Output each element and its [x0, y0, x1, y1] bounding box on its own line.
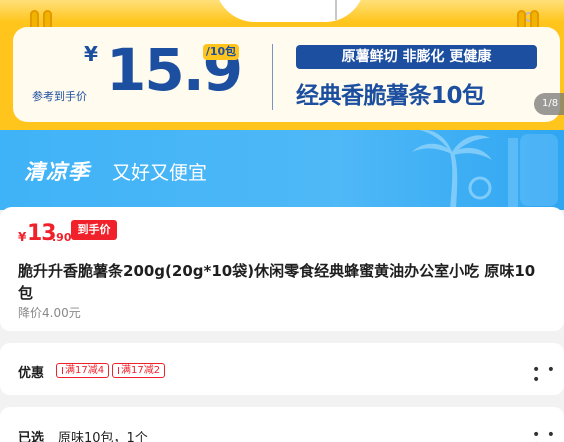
banner-figure-edge: [335, 0, 371, 20]
banner-feature-pill: 原薯鲜切 非膨化 更健康: [296, 45, 537, 69]
banner-divider: [272, 44, 273, 110]
banner-unit-badge: /10包: [203, 44, 239, 60]
offers-row[interactable]: 优惠 满17减4 满17减2 • • •: [0, 343, 564, 395]
offers-label: 优惠: [18, 366, 45, 381]
product-image-banner[interactable]: ¥ 参考到手价 15.9 /10包 原薯鲜切 非膨化 更健康 经典香脆薯条10包…: [0, 0, 564, 133]
price-decimal: .90: [52, 231, 72, 244]
coupon-badge[interactable]: 满17减2: [112, 363, 166, 378]
selected-value: 原味10包，1个: [58, 431, 148, 442]
promo-subtitle: 又好又便宜: [112, 162, 208, 184]
product-info-card: ¥ 13 .90 到手价 脆升升香脆薯条200g(20g*10袋)休闲零食经典蜂…: [0, 207, 564, 331]
palm-tree-icon: [412, 130, 558, 210]
banner-currency: ¥: [84, 42, 98, 66]
promo-strip[interactable]: 清凉季 又好又便宜: [0, 130, 564, 210]
price-currency: ¥: [18, 230, 27, 244]
banner-ref-price-label: 参考到手价: [32, 90, 87, 103]
product-title: 脆升升香脆薯条200g(20g*10袋)休闲零食经典蜂蜜黄油办公室小吃 原味10…: [18, 262, 536, 302]
image-counter: 1/8: [534, 93, 564, 115]
selected-label: 已选: [18, 431, 45, 442]
banner-headline: 经典香脆薯条10包: [296, 83, 485, 109]
coupon-badge[interactable]: 满17减4: [56, 363, 110, 378]
more-dots-icon[interactable]: • • •: [532, 428, 564, 442]
final-price-tag: 到手价: [71, 220, 117, 240]
promo-title: 清凉季: [24, 160, 90, 184]
more-dots-icon[interactable]: • • •: [532, 363, 564, 387]
selected-spec-row[interactable]: 已选 原味10包，1个 • • •: [0, 407, 564, 442]
price-drop-text: 降价4.00元: [18, 306, 81, 320]
